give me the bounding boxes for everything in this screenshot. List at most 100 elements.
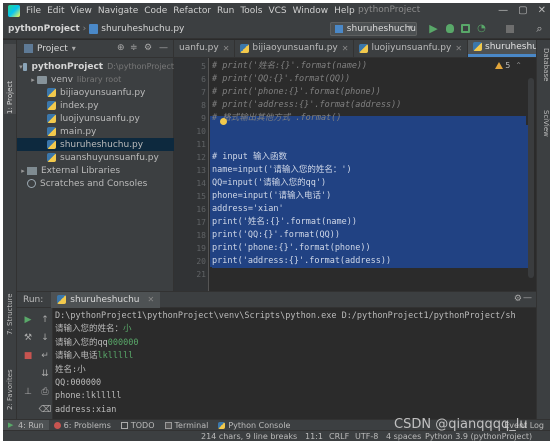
collapse-icon[interactable]: ≑ bbox=[130, 43, 138, 53]
tool-tab-structure[interactable]: 7: Structure bbox=[4, 285, 16, 335]
tool-tab-terminal[interactable]: Terminal bbox=[160, 420, 214, 431]
code-line[interactable]: phone=input('请输入电话') bbox=[212, 190, 528, 203]
line-separator[interactable]: CRLF bbox=[329, 431, 349, 441]
run-configuration-select[interactable]: shuruheshuchu ▾ bbox=[330, 22, 417, 36]
pin-icon[interactable]: ⊥ bbox=[22, 386, 34, 397]
stop-icon[interactable]: ■ bbox=[22, 350, 34, 361]
soft-wrap-icon[interactable]: ↵ bbox=[39, 350, 51, 361]
maximize-icon[interactable]: ▢ bbox=[518, 4, 527, 18]
expand-arrow-icon[interactable]: ▸ bbox=[19, 167, 27, 175]
close-icon[interactable]: ✕ bbox=[342, 44, 349, 53]
tree-item-file-selected[interactable]: shuruheshuchu.py bbox=[17, 138, 174, 151]
gear-icon[interactable]: ⚙ bbox=[514, 294, 522, 304]
breadcrumb-file[interactable]: shuruheshuchu.py bbox=[101, 24, 184, 34]
menu-view[interactable]: View bbox=[71, 6, 92, 16]
code-line[interactable]: print('QQ:{}'.format(QQ)) bbox=[212, 229, 528, 242]
menu-refactor[interactable]: Refactor bbox=[173, 6, 211, 16]
tree-item-file[interactable]: index.py bbox=[17, 99, 174, 112]
scroll-up-icon[interactable]: ↑ bbox=[39, 314, 51, 325]
tree-item-file[interactable]: bijiaoyunsuanfu.py bbox=[17, 86, 174, 99]
code-line[interactable]: # print('QQ:{}'.format(QQ)) bbox=[212, 73, 528, 86]
project-view-select[interactable]: Project bbox=[37, 44, 68, 54]
scroll-to-end-icon[interactable]: ⇊ bbox=[39, 368, 51, 379]
code-line[interactable]: # 格式输出其他方式 .format() bbox=[212, 112, 528, 125]
editor-scrollbar[interactable] bbox=[528, 78, 534, 278]
inspection-widget[interactable]: 5 ⌃ bbox=[495, 61, 522, 70]
tree-item-project-root[interactable]: ▾ pythonProject D:\pythonProject bbox=[17, 60, 174, 73]
menu-run[interactable]: Run bbox=[217, 6, 234, 16]
hide-icon[interactable]: — bbox=[159, 43, 168, 53]
hide-icon[interactable]: — bbox=[523, 293, 532, 303]
code-line[interactable] bbox=[212, 125, 528, 138]
tool-tab-project[interactable]: 1: Project bbox=[4, 44, 16, 114]
menu-edit[interactable]: Edit bbox=[47, 6, 64, 16]
tab-uanfu[interactable]: uanfu.py ✕ bbox=[174, 40, 236, 57]
tool-tab-sciview[interactable]: SciView bbox=[538, 110, 550, 137]
trash-icon[interactable]: ⌫ bbox=[39, 404, 52, 415]
code-line[interactable]: # print('address:{}'.format(address)) bbox=[212, 99, 528, 112]
tree-item-venv[interactable]: ▸ venv library root bbox=[17, 73, 174, 86]
code-line[interactable]: address='xian' bbox=[212, 203, 528, 216]
tool-tab-run[interactable]: ▶ 4: Run bbox=[3, 419, 49, 431]
print-icon[interactable]: ⎙ bbox=[39, 386, 51, 397]
minimize-icon[interactable]: — bbox=[498, 4, 508, 18]
menu-navigate[interactable]: Navigate bbox=[98, 6, 138, 16]
menu-help[interactable]: Help bbox=[334, 6, 355, 16]
close-icon[interactable]: ✕ bbox=[455, 44, 462, 53]
coverage-button[interactable] bbox=[459, 22, 472, 35]
intention-bulb-icon[interactable] bbox=[220, 118, 227, 125]
code-line[interactable] bbox=[212, 138, 528, 151]
stop-button[interactable] bbox=[503, 22, 516, 35]
menu-vcs[interactable]: VCS bbox=[268, 6, 286, 16]
profile-button[interactable]: ◔ bbox=[475, 22, 488, 35]
file-encoding[interactable]: UTF-8 bbox=[355, 431, 378, 441]
breadcrumb-project[interactable]: pythonProject bbox=[8, 24, 80, 34]
tab-bijiaoyunsuanfu[interactable]: bijiaoyunsuanfu.py ✕ bbox=[235, 40, 355, 57]
tab-shuruheshuchu[interactable]: shuruheshuchu.py ✕ bbox=[468, 40, 536, 57]
caret-position[interactable]: 11:1 bbox=[305, 431, 323, 441]
chevron-down-icon[interactable]: ▾ bbox=[72, 44, 76, 53]
close-icon[interactable]: ✕ bbox=[223, 44, 230, 53]
wrench-icon[interactable]: ⚒ bbox=[22, 332, 34, 343]
code-line[interactable]: name=input('请输入您的姓名：') bbox=[212, 164, 528, 177]
code-line[interactable]: print('address:{}'.format(address)) bbox=[212, 255, 528, 268]
tree-item-file[interactable]: luojiyunsuanfu.py bbox=[17, 112, 174, 125]
scroll-down-icon[interactable]: ↓ bbox=[39, 332, 51, 343]
chevron-up-icon[interactable]: ⌃ bbox=[515, 61, 522, 70]
indent-setting[interactable]: 4 spaces bbox=[386, 431, 421, 441]
code-line[interactable]: # print('姓名:{}'.format(name)) bbox=[212, 60, 528, 73]
tree-item-file[interactable]: suanshuyunsuanfu.py bbox=[17, 151, 174, 164]
tool-tab-todo[interactable]: TODO bbox=[116, 420, 160, 431]
run-tab[interactable]: shuruheshuchu ✕ bbox=[51, 291, 161, 308]
menu-code[interactable]: Code bbox=[144, 6, 167, 16]
close-icon[interactable]: ✕ bbox=[538, 4, 546, 18]
gear-icon[interactable]: ⚙ bbox=[144, 43, 152, 53]
code-line[interactable]: print('姓名:{}'.format(name)) bbox=[212, 216, 528, 229]
tree-item-file[interactable]: main.py bbox=[17, 125, 174, 138]
rerun-icon[interactable]: ▶ bbox=[22, 314, 34, 325]
expand-arrow-icon[interactable]: ▸ bbox=[29, 76, 37, 84]
python-interpreter[interactable]: Python 3.9 (pythonProject) bbox=[425, 431, 532, 441]
run-button[interactable]: ▶ bbox=[427, 22, 440, 35]
tree-item-scratches[interactable]: Scratches and Consoles bbox=[17, 177, 174, 190]
code-line[interactable]: QQ=input('请输入您的qq') bbox=[212, 177, 528, 190]
console-output[interactable]: D:\pythonProject1\pythonProject\venv\Scr… bbox=[55, 310, 533, 420]
menu-file[interactable]: File bbox=[26, 6, 41, 16]
code-line[interactable]: # input 输入函数 bbox=[212, 151, 528, 164]
menu-window[interactable]: Window bbox=[293, 6, 329, 16]
locate-icon[interactable]: ⊕ bbox=[117, 43, 125, 53]
tool-tab-favorites[interactable]: 2: Favorites bbox=[4, 350, 16, 410]
tool-tab-python-console[interactable]: Python Console bbox=[213, 420, 295, 431]
code-line[interactable] bbox=[212, 268, 528, 281]
tree-item-external-libraries[interactable]: ▸ External Libraries bbox=[17, 164, 174, 177]
menu-tools[interactable]: Tools bbox=[240, 6, 262, 16]
tab-luojiyunsuanfu[interactable]: luojiyunsuanfu.py ✕ bbox=[354, 40, 469, 57]
tool-tab-problems[interactable]: 6: Problems bbox=[49, 420, 116, 431]
tool-tab-database[interactable]: Database bbox=[538, 48, 550, 81]
code-editor[interactable]: 5 6 7 8 9 10 11 12 13 14 15 16 17 18 19 20 21 # print('姓… bbox=[174, 58, 536, 291]
code-line[interactable]: # print('phone:{}'.format(phone)) bbox=[212, 86, 528, 99]
close-icon[interactable]: ✕ bbox=[148, 295, 155, 304]
debug-button[interactable] bbox=[443, 22, 456, 35]
code-line[interactable]: print('phone:{}'.format(phone)) bbox=[212, 242, 528, 255]
search-everywhere-button[interactable]: ⌕ bbox=[533, 22, 546, 35]
